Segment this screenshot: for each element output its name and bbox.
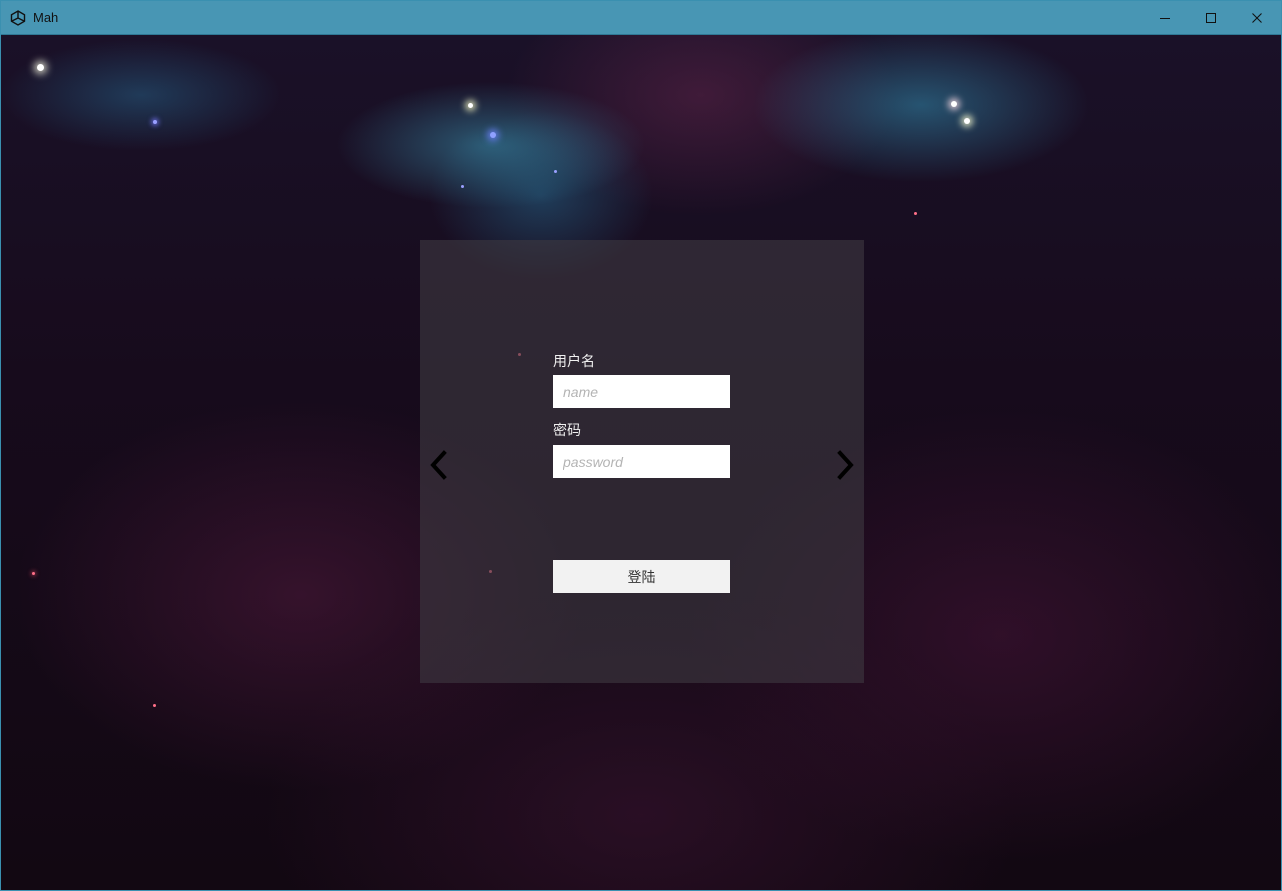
login-panel: 用户名 密码 登陆 [420,240,864,683]
maximize-icon [1206,12,1216,23]
star [914,212,917,215]
close-button[interactable] [1234,1,1280,34]
minimize-icon [1160,17,1170,19]
minimize-button[interactable] [1142,1,1188,34]
star [153,120,157,124]
unity-icon [10,10,26,26]
chevron-right-icon[interactable] [831,445,859,485]
title-bar[interactable]: Mah [1,1,1281,35]
password-input[interactable] [553,445,730,478]
star [468,103,473,108]
star [153,704,156,707]
app-window: Mah 用户名 name 密码 password 登陆 [0,0,1282,891]
star [461,185,464,188]
login-button[interactable]: 登陆 [553,560,730,593]
maximize-button[interactable] [1188,1,1234,34]
close-icon [1252,12,1262,23]
star [964,118,970,124]
star [490,132,496,138]
username-label: 用户名 [553,354,595,370]
password-label: 密码 [553,423,581,439]
chevron-left-icon[interactable] [425,445,453,485]
star [32,572,35,575]
space-background: 用户名 密码 登陆 [1,35,1281,890]
star [951,101,957,107]
star [554,170,557,173]
star [37,64,44,71]
window-title: Mah [33,10,59,25]
username-input[interactable] [553,375,730,408]
